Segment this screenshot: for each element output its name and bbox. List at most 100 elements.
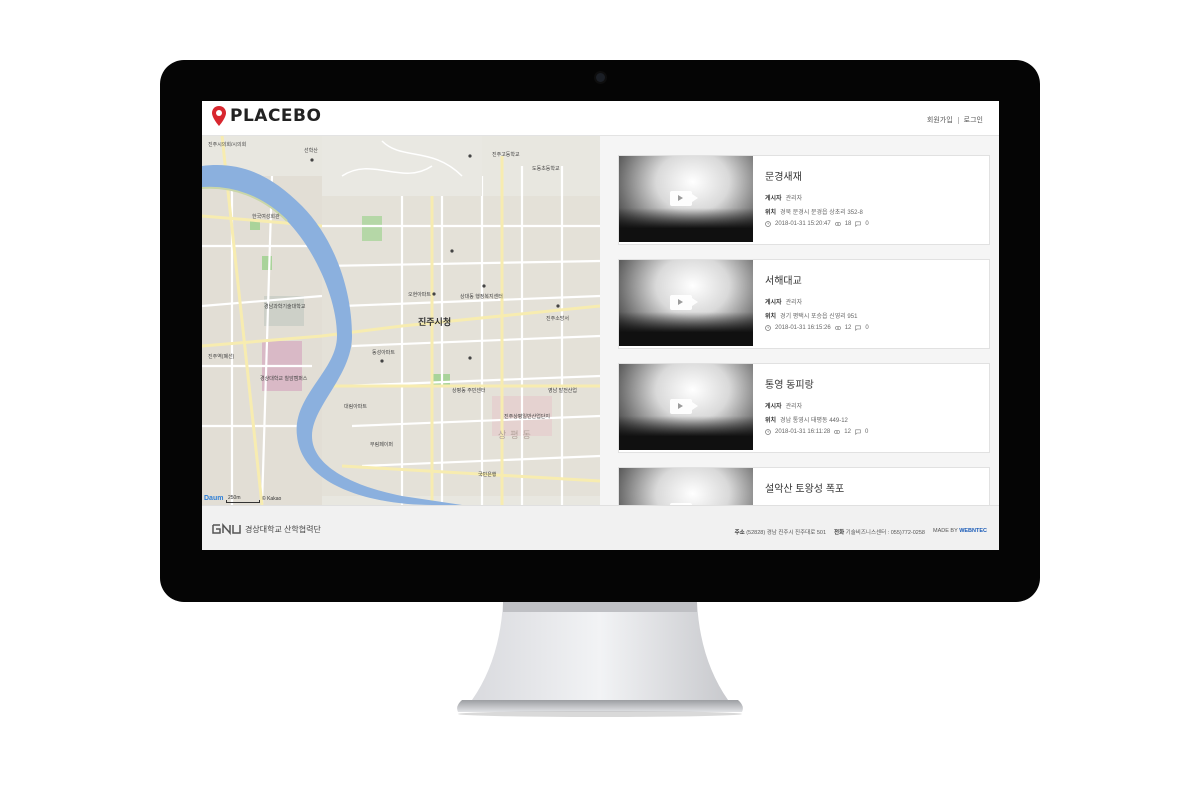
video-play-icon [670, 503, 692, 505]
author-value: 관리자 [785, 300, 803, 306]
map-place-label: 영남 발전산업 [548, 388, 577, 394]
map-pin-icon [212, 106, 226, 126]
video-card[interactable]: 서해대교 게시자 관리자 위치 경기 평택시 포승읍 신영리 951 2018-01… [618, 259, 990, 349]
author-row: 게시자 관리자 [765, 193, 802, 202]
org-name: 경상대학교 산학협력단 [245, 524, 321, 534]
made-by-link[interactable]: WEBNTEC [959, 528, 987, 534]
map-place-label: 도동초등학교 [532, 166, 560, 172]
district-label: 상평동 [498, 430, 535, 440]
scale-label: 250m [228, 495, 241, 501]
comment-count: 0 [864, 429, 869, 435]
author-label: 게시자 [765, 196, 782, 202]
video-card[interactable]: 통영 동피랑 게시자 관리자 위치 경남 통영시 태평동 449-12 2018-0… [618, 363, 990, 453]
map-place-label: 선학산 [304, 148, 318, 154]
login-link[interactable]: 로그인 [964, 115, 983, 125]
card-title[interactable]: 통영 동피랑 [765, 376, 814, 391]
video-card[interactable]: 문경새재 게시자 관리자 위치 경북 문경시 문경읍 상초리 352-8 2018-… [618, 155, 990, 245]
app-screen: PLACEBO 회원가입 로그인 진주시의회/시의회 선학산 진주고등학교 도동… [202, 101, 999, 550]
card-title[interactable]: 서해대교 [765, 272, 802, 287]
address-label: 주소 [734, 530, 745, 536]
author-label: 게시자 [765, 300, 782, 306]
map-place-label: 국민은행 [478, 472, 497, 478]
clock-icon [765, 429, 771, 435]
comment-icon [855, 429, 861, 435]
map-place-label: 진주고등학교 [492, 152, 520, 158]
location-value: 경남 통영시 태평동 449-12 [780, 418, 848, 424]
location-label: 위치 [765, 210, 777, 216]
author-row: 게시자 관리자 [765, 297, 802, 306]
comment-count: 0 [865, 325, 869, 331]
comment-icon [855, 325, 862, 331]
site-logo[interactable]: PLACEBO [212, 106, 321, 126]
post-date: 2018-01-31 16:11:28 [775, 429, 831, 435]
map-place-label: 진주역(폐선) [208, 354, 235, 360]
video-play-icon [670, 191, 698, 206]
signup-link[interactable]: 회원가입 [927, 115, 953, 125]
made-by-label: MADE BY [933, 528, 958, 534]
card-meta: 2018-01-31 16:11:28 12 0 [765, 429, 868, 435]
location-row: 위치 경북 문경시 문경읍 상초리 352-8 [765, 207, 863, 216]
map-place-label: 경남과학기술대학교 [264, 304, 306, 310]
map-place-label: 한국여성회관 [252, 214, 280, 220]
eye-icon [834, 326, 841, 330]
location-row: 위치 경기 평택시 포승읍 신영리 951 [765, 311, 857, 320]
map-place-label: 경상대학교 칠암캠퍼스 [260, 376, 308, 382]
city-hall-label: 진주시청 [418, 317, 452, 327]
auth-links: 회원가입 로그인 [927, 115, 983, 125]
address-value: (52828) 경남 진주시 진주대로 501 [746, 530, 827, 536]
view-count: 12 [844, 429, 851, 435]
eye-icon [834, 222, 841, 226]
map-place-label: 동성아파트 [372, 350, 396, 356]
location-value: 경북 문경시 문경읍 상초리 352-8 [780, 210, 863, 216]
card-meta: 2018-01-31 16:15:26 12 0 [765, 325, 869, 331]
post-date: 2018-01-31 15:20:47 [775, 221, 831, 227]
view-count: 18 [844, 221, 852, 227]
card-title[interactable]: 문경새재 [765, 168, 802, 183]
location-label: 위치 [765, 418, 777, 424]
location-label: 위치 [765, 314, 777, 320]
site-footer: 경상대학교 산학협력단 주소 (52828) 경남 진주시 진주대로 501 전… [202, 505, 999, 550]
comment-count: 0 [865, 221, 869, 227]
author-label: 게시자 [765, 404, 782, 410]
comment-icon [855, 221, 862, 227]
map-copyright: © Kakao [262, 496, 282, 502]
footer-made-by: MADE BY WEBNTEC [933, 528, 987, 536]
video-play-icon [670, 399, 698, 414]
author-value: 관리자 [785, 196, 803, 202]
map-place-label: 진주상평일반산업단지 [504, 414, 551, 420]
map-place-label: 오현아파트 [408, 292, 432, 298]
footer-info: 주소 (52828) 경남 진주시 진주대로 501 전화 기술비즈니스센터 :… [735, 528, 987, 536]
card-title[interactable]: 설악산 토왕성 폭포 [765, 480, 844, 495]
map-place-label: 무림페이퍼 [370, 442, 394, 448]
map-view[interactable]: 진주시의회/시의회 선학산 진주고등학교 도동초등학교 한국여성회관 경남과학기… [202, 136, 600, 505]
footer-logo: 경상대학교 산학협력단 [212, 523, 321, 535]
video-thumbnail[interactable] [619, 468, 753, 505]
location-value: 경기 평택시 포승읍 신영리 951 [780, 314, 858, 320]
video-list[interactable]: 문경새재 게시자 관리자 위치 경북 문경시 문경읍 상초리 352-8 2018-… [600, 136, 999, 505]
clock-icon [765, 325, 771, 331]
university-logo-icon [212, 523, 241, 535]
location-row: 위치 경남 통영시 태평동 449-12 [765, 415, 848, 424]
footer-address: 주소 (52828) 경남 진주시 진주대로 501 [735, 528, 826, 536]
map-place-label: 상대동 행정복지센터 [460, 294, 503, 300]
map-place-label: 대림아파트 [344, 404, 368, 410]
video-thumbnail[interactable] [619, 260, 753, 346]
clock-icon [765, 221, 771, 227]
post-date: 2018-01-31 16:15:26 [775, 325, 831, 331]
phone-label: 전화 [834, 530, 845, 536]
eye-icon [834, 430, 841, 434]
video-play-icon [670, 295, 698, 310]
map-place-label: 상평동 주민센터 [452, 388, 486, 394]
footer-phone: 전화 기술비즈니스센터 : 055)772-0258 [834, 528, 925, 536]
video-card[interactable]: 설악산 토왕성 폭포 [618, 467, 990, 505]
map-place-label: 진주시의회/시의회 [208, 142, 247, 148]
logo-text: PLACEBO [230, 106, 322, 126]
card-meta: 2018-01-31 15:20:47 18 0 [765, 221, 869, 227]
map-place-label: 진주소방서 [546, 316, 570, 322]
view-count: 12 [844, 325, 852, 331]
author-row: 게시자 관리자 [765, 401, 802, 410]
video-thumbnail[interactable] [619, 364, 753, 450]
map-canvas [202, 136, 600, 505]
video-thumbnail[interactable] [619, 156, 753, 242]
link-divider [957, 116, 959, 124]
